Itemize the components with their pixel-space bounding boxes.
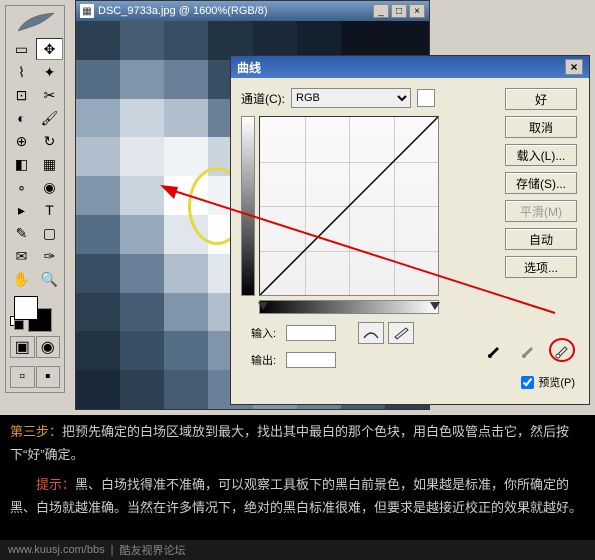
healing-brush-tool[interactable]: ◐ — [8, 107, 35, 129]
curve-mode-point[interactable] — [358, 322, 384, 344]
footer-site: 酷友视界论坛 — [119, 542, 185, 558]
notes-tool[interactable]: ✉ — [8, 245, 35, 267]
smooth-button: 平滑(M) — [505, 200, 577, 222]
caption-text: 第三步：把预先确定的白场区域放到最大，找出其中最白的那个色块，用白色吸管点击它，… — [10, 420, 585, 520]
step-label: 第三步： — [10, 424, 62, 439]
curves-dialog: 曲线 × 通道(C): RGB — [230, 55, 590, 405]
lasso-tool[interactable]: ⌇ — [8, 61, 35, 83]
channel-label: 通道(C): — [241, 90, 285, 107]
footer-url: www.kuusj.com/bbs — [8, 544, 105, 556]
channel-select[interactable]: RGB — [291, 88, 411, 108]
document-titlebar[interactable]: ▦ DSC_9733a.jpg @ 1600%(RGB/8) _ □ × — [76, 1, 429, 21]
toolbox: ▭ ✥ ⌇ ✦ ⊡ ✂ ◐ 🖌 ⊕ ↻ ◧ ▦ ∘ ◉ ▸ T ✎ ▢ ✉ ✑ … — [5, 5, 65, 393]
input-label: 输入: — [251, 325, 276, 341]
tip-text: 黑、白场找得准不准确，可以观察工具板下的黑白前景色，如果越是标准，你所确定的黑、… — [10, 477, 582, 515]
path-selection-tool[interactable]: ▸ — [8, 199, 35, 221]
type-tool[interactable]: T — [36, 199, 63, 221]
clone-stamp-tool[interactable]: ⊕ — [8, 130, 35, 152]
white-point-eyedropper[interactable] — [549, 338, 575, 362]
screen-mode-full-menu[interactable]: ▪ — [36, 366, 61, 388]
dodge-tool[interactable]: ◉ — [36, 176, 63, 198]
cancel-button[interactable]: 取消 — [505, 116, 577, 138]
gray-point-eyedropper[interactable] — [515, 338, 541, 362]
preview-label: 预览(P) — [538, 374, 575, 390]
eraser-tool[interactable]: ◧ — [8, 153, 35, 175]
quickmask-mode-button[interactable]: ◉ — [36, 336, 61, 358]
document-title: DSC_9733a.jpg @ 1600%(RGB/8) — [98, 5, 268, 17]
crop-tool[interactable]: ⊡ — [8, 84, 35, 106]
close-doc-button[interactable]: × — [409, 4, 425, 18]
history-brush-tool[interactable]: ↻ — [36, 130, 63, 152]
input-value-field[interactable] — [286, 325, 336, 341]
gradient-tool[interactable]: ▦ — [36, 153, 63, 175]
zoom-tool[interactable]: 🔍 — [36, 268, 63, 290]
footer: www.kuusj.com/bbs | 酷友视界论坛 — [0, 540, 595, 560]
document-icon: ▦ — [80, 4, 94, 18]
ok-button[interactable]: 好 — [505, 88, 577, 110]
standard-mode-button[interactable]: ▣ — [10, 336, 35, 358]
pen-tool[interactable]: ✎ — [8, 222, 35, 244]
magic-wand-tool[interactable]: ✦ — [36, 61, 63, 83]
dialog-title: 曲线 — [237, 59, 261, 76]
auto-button[interactable]: 自动 — [505, 228, 577, 250]
minimize-button[interactable]: _ — [373, 4, 389, 18]
dialog-titlebar[interactable]: 曲线 × — [231, 56, 589, 78]
brush-tool[interactable]: 🖌 — [36, 107, 63, 129]
screen-mode-standard[interactable]: ▫ — [10, 366, 35, 388]
eyedropper-tool[interactable]: ✑ — [36, 245, 63, 267]
output-value-field[interactable] — [286, 352, 336, 368]
step-text: 把预先确定的白场区域放到最大，找出其中最白的那个色块，用白色吸管点击它，然后按下… — [10, 424, 569, 462]
preview-checkbox[interactable] — [521, 376, 534, 389]
rect-marquee-tool[interactable]: ▭ — [8, 38, 35, 60]
save-button[interactable]: 存储(S)... — [505, 172, 577, 194]
black-point-eyedropper[interactable] — [481, 338, 507, 362]
curve-mode-pencil[interactable] — [388, 322, 414, 344]
options-button[interactable]: 选项... — [505, 256, 577, 278]
blur-tool[interactable]: ∘ — [8, 176, 35, 198]
curve-graph[interactable] — [259, 116, 439, 296]
move-tool[interactable]: ✥ — [36, 38, 63, 60]
output-gradient — [241, 116, 255, 296]
app-logo-feather — [8, 8, 64, 38]
shape-tool[interactable]: ▢ — [36, 222, 63, 244]
load-button[interactable]: 载入(L)... — [505, 144, 577, 166]
tip-label: 提示： — [36, 477, 75, 492]
maximize-button[interactable]: □ — [391, 4, 407, 18]
dialog-close-button[interactable]: × — [565, 59, 583, 75]
hand-tool[interactable]: ✋ — [8, 268, 35, 290]
color-swatches — [8, 294, 62, 330]
channel-icon — [417, 89, 435, 107]
foreground-color[interactable] — [14, 296, 38, 320]
output-label: 输出: — [251, 352, 276, 368]
input-gradient[interactable] — [259, 300, 439, 314]
slice-tool[interactable]: ✂ — [36, 84, 63, 106]
